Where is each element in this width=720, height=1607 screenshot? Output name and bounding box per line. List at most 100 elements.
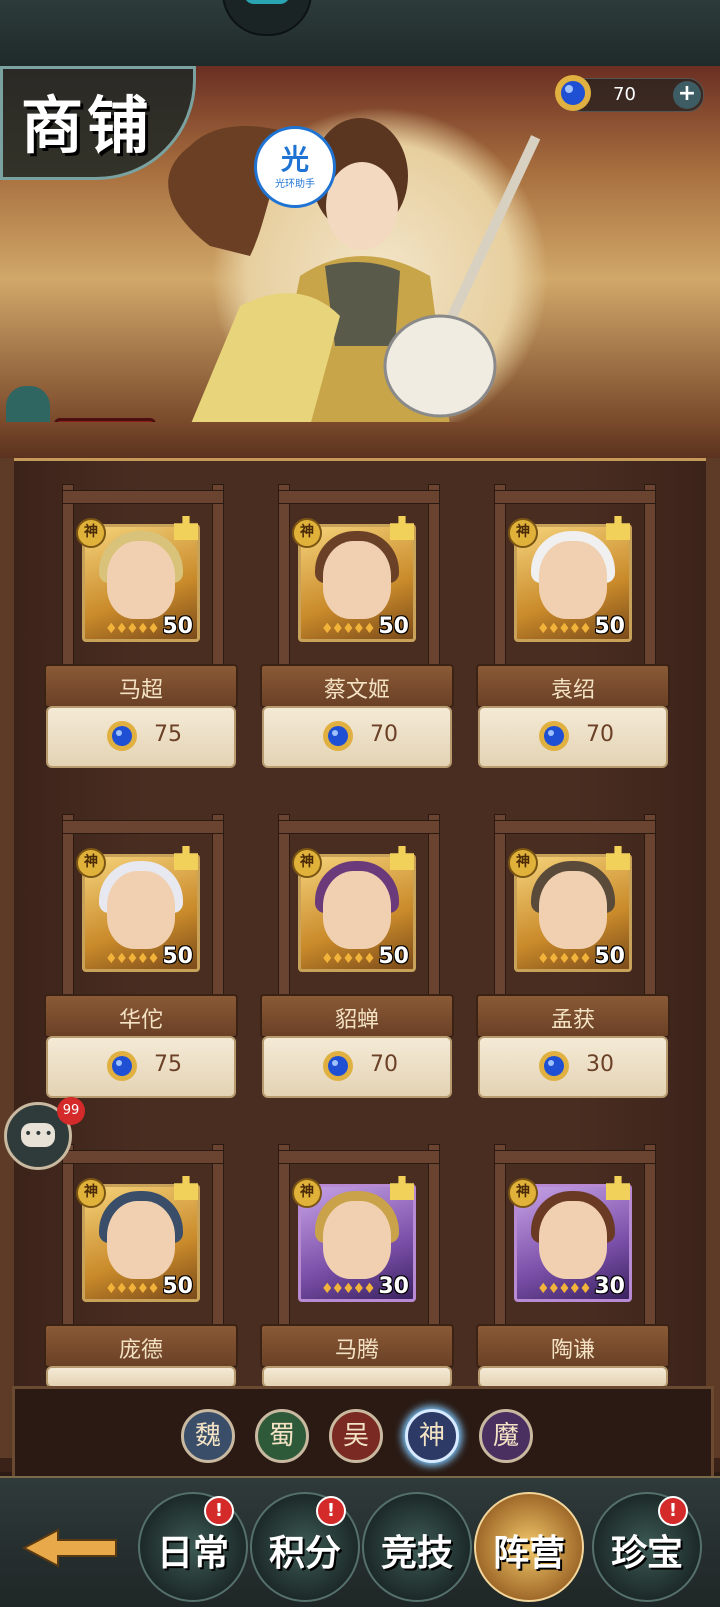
star-rating: ♦♦♦♦♦ <box>321 621 376 637</box>
tab-daily-alert: ! <box>204 1496 234 1526</box>
card-post <box>278 814 290 1006</box>
chat-button[interactable]: ••• 99 <box>4 1097 85 1170</box>
tab-arena[interactable]: 竞技 <box>362 1492 472 1602</box>
price-tag[interactable]: 70 <box>262 1036 452 1098</box>
hero-level: 50 <box>378 944 409 969</box>
faction-mo[interactable]: 魔 <box>479 1409 533 1463</box>
price-tag[interactable]: 70 <box>262 706 452 768</box>
hero-name: 貂蝉 <box>334 1008 379 1033</box>
watermark-glyph: 光 <box>280 142 309 176</box>
watermark-text: 光环助手 <box>275 178 315 190</box>
puzzle-piece-icon <box>390 846 414 870</box>
hero-face <box>539 871 607 949</box>
blue-gem-icon <box>323 1051 353 1081</box>
puzzle-piece-icon <box>174 846 198 870</box>
price-tag[interactable]: 75 <box>46 706 236 768</box>
tab-arena-label: 竞技 <box>380 1532 453 1574</box>
tab-points[interactable]: 积分 ! <box>250 1492 360 1602</box>
puzzle-piece-icon <box>174 516 198 540</box>
card-post <box>494 1144 506 1336</box>
hero-name: 马腾 <box>334 1338 379 1363</box>
star-rating: ♦♦♦♦♦ <box>537 951 592 967</box>
currency-counter: 70 + <box>555 75 704 112</box>
tab-points-alert: ! <box>316 1496 346 1526</box>
hero-face <box>539 541 607 619</box>
hero-name: 华佗 <box>118 1008 163 1033</box>
hero-nameplate: 陶谦 <box>476 1324 670 1368</box>
card-post <box>278 1144 290 1336</box>
divine-badge: 神 <box>508 1178 538 1208</box>
price-tag[interactable]: 70 <box>478 706 668 768</box>
tab-treasure[interactable]: 珍宝 ! <box>592 1492 702 1602</box>
card-post <box>212 484 224 676</box>
star-rating: ♦♦♦♦♦ <box>105 1281 160 1297</box>
price-tag[interactable] <box>478 1366 668 1388</box>
divine-badge: 神 <box>292 848 322 878</box>
hero-card[interactable]: ♦♦♦♦♦ 50 神孟获 30 <box>476 814 672 1114</box>
card-post <box>278 484 290 676</box>
card-beam <box>62 490 224 504</box>
hero-face <box>107 871 175 949</box>
tab-points-label: 积分 <box>268 1532 341 1574</box>
hero-level: 50 <box>594 614 625 639</box>
price-value: 70 <box>370 1052 398 1077</box>
blue-gem-icon <box>107 721 137 751</box>
hero-face <box>539 1201 607 1279</box>
price-tag[interactable]: 75 <box>46 1036 236 1098</box>
hero-card[interactable]: ♦♦♦♦♦ 50 神袁绍 70 <box>476 484 672 784</box>
hero-face <box>323 871 391 949</box>
hero-card[interactable]: ♦♦♦♦♦ 50 神马超 75 <box>44 484 240 784</box>
star-rating: ♦♦♦♦♦ <box>105 621 160 637</box>
puzzle-piece-icon <box>390 516 414 540</box>
price-value: 70 <box>586 722 614 747</box>
price-value: 75 <box>154 722 182 747</box>
star-rating: ♦♦♦♦♦ <box>105 951 160 967</box>
bottom-nav: 日常 ! 积分 ! 竞技 阵营 珍宝 ! <box>0 1476 720 1607</box>
price-value: 30 <box>586 1052 614 1077</box>
mascot-icon <box>222 0 312 36</box>
hero-face <box>107 1201 175 1279</box>
card-beam <box>494 820 656 834</box>
star-rating: ♦♦♦♦♦ <box>537 1281 592 1297</box>
card-post <box>428 484 440 676</box>
hero-nameplate: 马超 <box>44 664 238 708</box>
back-arrow-icon[interactable] <box>20 1528 120 1568</box>
card-post <box>62 814 74 1006</box>
divine-badge: 神 <box>76 1178 106 1208</box>
divine-badge: 神 <box>76 848 106 878</box>
hero-face <box>323 541 391 619</box>
faction-shen[interactable]: 神 <box>405 1409 459 1463</box>
price-tag[interactable]: 30 <box>478 1036 668 1098</box>
faction-wei[interactable]: 魏 <box>181 1409 235 1463</box>
hero-name: 袁绍 <box>550 678 595 703</box>
chat-unread-badge: 99 <box>57 1097 85 1125</box>
tab-camp[interactable]: 阵营 <box>474 1492 584 1602</box>
tab-treasure-label: 珍宝 <box>610 1532 683 1574</box>
card-post <box>212 1144 224 1336</box>
faction-wu[interactable]: 吴 <box>329 1409 383 1463</box>
star-rating: ♦♦♦♦♦ <box>321 1281 376 1297</box>
puzzle-piece-icon <box>174 1176 198 1200</box>
price-tag[interactable] <box>262 1366 452 1388</box>
price-tag[interactable] <box>46 1366 236 1388</box>
hero-nameplate: 袁绍 <box>476 664 670 708</box>
hero-face <box>323 1201 391 1279</box>
hero-card[interactable]: ♦♦♦♦♦ 50 神蔡文姬 70 <box>260 484 456 784</box>
hero-name: 庞德 <box>118 1338 163 1363</box>
hero-level: 30 <box>594 1274 625 1299</box>
puzzle-piece-icon <box>606 1176 630 1200</box>
hero-nameplate: 庞德 <box>44 1324 238 1368</box>
hero-name: 陶谦 <box>550 1338 595 1363</box>
hero-nameplate: 马腾 <box>260 1324 454 1368</box>
card-beam <box>62 820 224 834</box>
card-post <box>494 814 506 1006</box>
hero-nameplate: 孟获 <box>476 994 670 1038</box>
hero-card[interactable]: ♦♦♦♦♦ 50 神貂蝉 70 <box>260 814 456 1114</box>
tab-daily[interactable]: 日常 ! <box>138 1492 248 1602</box>
hero-name: 马超 <box>118 678 163 703</box>
faction-shu[interactable]: 蜀 <box>255 1409 309 1463</box>
card-post <box>428 814 440 1006</box>
hero-card[interactable]: ♦♦♦♦♦ 50 神华佗 75 <box>44 814 240 1114</box>
add-currency-button[interactable]: + <box>673 81 701 109</box>
card-post <box>644 814 656 1006</box>
